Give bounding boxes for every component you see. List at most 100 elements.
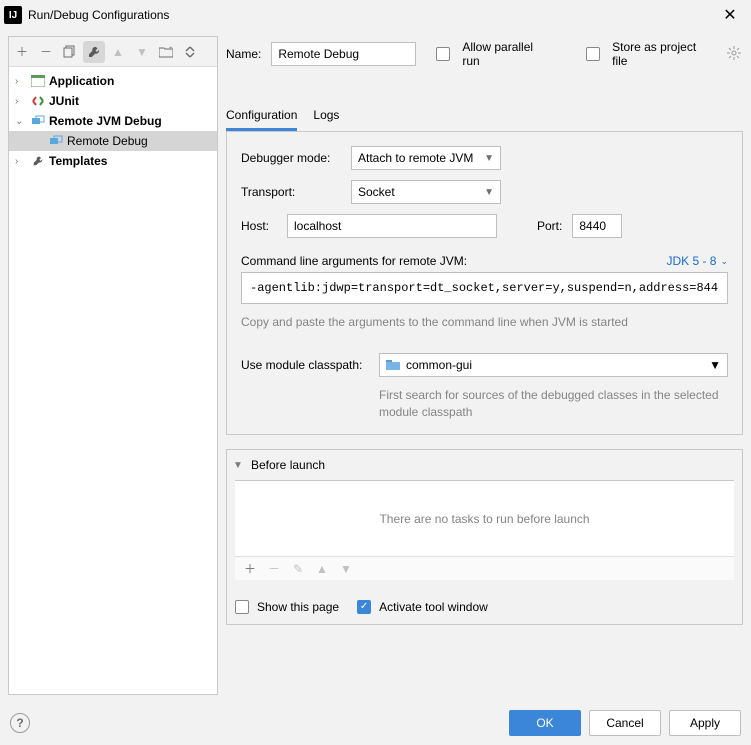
- cmd-args-input[interactable]: [241, 272, 728, 304]
- before-launch-empty: There are no tasks to run before launch: [235, 481, 734, 556]
- tab-configuration[interactable]: Configuration: [226, 102, 297, 131]
- allow-parallel-label: Allow parallel run: [462, 40, 552, 68]
- ok-button[interactable]: OK: [509, 710, 581, 736]
- copy-icon[interactable]: [59, 41, 81, 63]
- right-panel: Name: Allow parallel run Store as projec…: [226, 36, 743, 695]
- show-page-checkbox[interactable]: [235, 600, 249, 614]
- window-title: Run/Debug Configurations: [28, 8, 717, 22]
- before-launch-header[interactable]: ▼ Before launch: [227, 450, 742, 480]
- tree-item-templates[interactable]: › Templates: [9, 151, 217, 171]
- chevron-down-icon: ▼: [484, 153, 494, 164]
- before-launch-toolbar: ＋ － ✎ ▲ ▼: [235, 556, 734, 580]
- remote-icon: [49, 134, 63, 148]
- cmd-label: Command line arguments for remote JVM:: [241, 254, 467, 268]
- add-icon[interactable]: ＋: [239, 558, 261, 580]
- tree-item-junit[interactable]: › JUnit: [9, 91, 217, 111]
- host-input[interactable]: [287, 214, 497, 238]
- name-label: Name:: [226, 47, 261, 61]
- debugger-mode-label: Debugger mode:: [241, 151, 341, 165]
- store-project-checkbox[interactable]: [586, 47, 600, 61]
- tabs: Configuration Logs: [226, 102, 743, 132]
- store-project-label: Store as project file: [612, 40, 713, 68]
- cancel-button[interactable]: Cancel: [589, 710, 661, 736]
- transport-label: Transport:: [241, 185, 341, 199]
- tree-toolbar: ＋ － ▲ ▼ +: [9, 37, 217, 67]
- config-tree-panel: ＋ － ▲ ▼ + › Application ›: [8, 36, 218, 695]
- tree-item-remote-jvm[interactable]: ⌄ Remote JVM Debug: [9, 111, 217, 131]
- dialog-buttons: ? OK Cancel Apply: [0, 701, 751, 745]
- port-label: Port:: [537, 219, 562, 233]
- wrench-icon: [31, 154, 45, 168]
- tree-item-remote-debug[interactable]: Remote Debug: [9, 131, 217, 151]
- name-input[interactable]: [271, 42, 416, 66]
- debugger-mode-select[interactable]: Attach to remote JVM ▼: [351, 146, 501, 170]
- chevron-down-icon: ▼: [231, 460, 245, 471]
- show-page-label: Show this page: [257, 600, 339, 614]
- module-hint: First search for sources of the debugged…: [379, 387, 719, 421]
- move-down-icon[interactable]: ▼: [131, 41, 153, 63]
- remove-icon[interactable]: －: [263, 558, 285, 580]
- debugger-mode-value: Attach to remote JVM: [358, 151, 473, 165]
- host-port-row: Host: Port:: [241, 214, 728, 238]
- activate-window-checkbox[interactable]: [357, 600, 371, 614]
- gear-icon[interactable]: [727, 46, 743, 62]
- chevron-down-icon: ▼: [484, 187, 494, 198]
- chevron-down-icon: ⌄: [720, 256, 728, 267]
- jdk-version-link[interactable]: JDK 5 - 8 ⌄: [666, 254, 728, 268]
- before-launch-checks: Show this page Activate tool window: [227, 590, 742, 624]
- dialog-body: ＋ － ▲ ▼ + › Application ›: [0, 30, 751, 701]
- before-launch-title: Before launch: [251, 458, 325, 472]
- chevron-right-icon: ›: [15, 96, 27, 107]
- chevron-down-icon: ⌄: [15, 116, 27, 127]
- module-value: common-gui: [406, 358, 472, 372]
- cmd-hint: Copy and paste the arguments to the comm…: [241, 314, 728, 331]
- junit-icon: [31, 94, 45, 108]
- before-launch-panel: ▼ Before launch There are no tasks to ru…: [226, 449, 743, 625]
- tree-item-label: Remote Debug: [67, 134, 148, 148]
- chevron-down-icon: ▼: [709, 358, 721, 372]
- tree-item-label: Application: [49, 74, 114, 88]
- module-label: Use module classpath:: [241, 358, 369, 372]
- port-input[interactable]: [572, 214, 622, 238]
- debugger-mode-row: Debugger mode: Attach to remote JVM ▼: [241, 146, 728, 170]
- transport-row: Transport: Socket ▼: [241, 180, 728, 204]
- tree-item-label: Remote JVM Debug: [49, 114, 162, 128]
- module-classpath-select[interactable]: common-gui ▼: [379, 353, 728, 377]
- transport-select[interactable]: Socket ▼: [351, 180, 501, 204]
- jdk-version-text: JDK 5 - 8: [666, 254, 716, 268]
- tree-item-label: JUnit: [49, 94, 79, 108]
- add-icon[interactable]: ＋: [11, 41, 33, 63]
- folder-icon[interactable]: +: [155, 41, 177, 63]
- remote-icon: [31, 114, 45, 128]
- config-tree: › Application › JUnit ⌄ Remote JVM Debug…: [9, 67, 217, 694]
- chevron-right-icon: ›: [15, 156, 27, 167]
- close-icon[interactable]: ✕: [717, 2, 743, 28]
- chevron-right-icon: ›: [15, 76, 27, 87]
- host-label: Host:: [241, 219, 277, 233]
- titlebar: IJ Run/Debug Configurations ✕: [0, 0, 751, 30]
- help-icon[interactable]: ?: [10, 713, 30, 733]
- before-launch-list: There are no tasks to run before launch …: [235, 480, 734, 580]
- edit-icon[interactable]: ✎: [287, 558, 309, 580]
- tab-logs[interactable]: Logs: [313, 102, 339, 131]
- apply-button[interactable]: Apply: [669, 710, 741, 736]
- app-icon: IJ: [4, 6, 22, 24]
- move-down-icon[interactable]: ▼: [335, 558, 357, 580]
- name-row: Name: Allow parallel run Store as projec…: [226, 36, 743, 72]
- folder-icon: [386, 359, 400, 371]
- collapse-icon[interactable]: [179, 41, 201, 63]
- allow-parallel-checkbox[interactable]: [436, 47, 450, 61]
- wrench-icon[interactable]: [83, 41, 105, 63]
- move-up-icon[interactable]: ▲: [311, 558, 333, 580]
- module-row: Use module classpath: common-gui ▼: [241, 353, 728, 377]
- tree-item-label: Templates: [49, 154, 107, 168]
- svg-text:+: +: [169, 46, 173, 52]
- tree-item-application[interactable]: › Application: [9, 71, 217, 91]
- activate-window-label: Activate tool window: [379, 600, 488, 614]
- remove-icon[interactable]: －: [35, 41, 57, 63]
- transport-value: Socket: [358, 185, 395, 199]
- configuration-panel: Debugger mode: Attach to remote JVM ▼ Tr…: [226, 132, 743, 435]
- application-icon: [31, 74, 45, 88]
- cmd-header-row: Command line arguments for remote JVM: J…: [241, 254, 728, 268]
- move-up-icon[interactable]: ▲: [107, 41, 129, 63]
